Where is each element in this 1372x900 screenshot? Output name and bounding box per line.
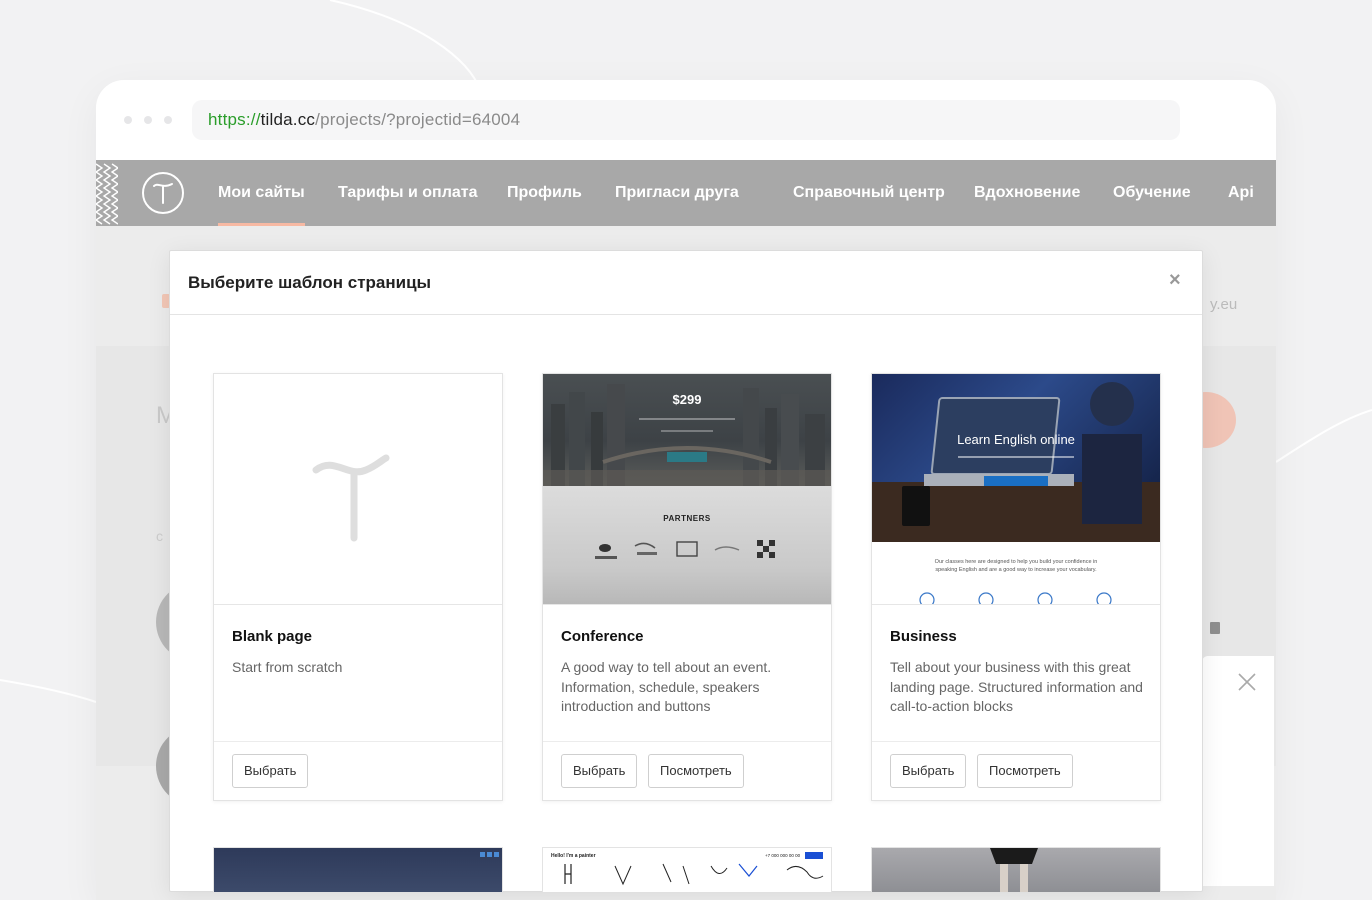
window-controls	[124, 116, 172, 124]
template-card-peek[interactable]: Hello! I'm a painter +7 000 000 00 00	[542, 847, 832, 892]
template-card-peek[interactable]	[213, 847, 503, 892]
thumbnail-partners-section: PARTNERS	[543, 486, 831, 604]
tilda-logo-icon	[312, 454, 390, 542]
template-card-blank[interactable]: Blank page Start from scratch Выбрать	[213, 373, 503, 801]
trash-icon	[1210, 622, 1220, 634]
nav-profile[interactable]: Профиль	[507, 160, 582, 226]
thumbnail-cta	[805, 852, 823, 859]
card-divider	[214, 604, 502, 605]
template-card-business[interactable]: Learn English online Our classes here ar…	[871, 373, 1161, 801]
card-divider	[872, 604, 1160, 605]
sketch-illustration	[564, 863, 824, 886]
template-card-peek[interactable]	[871, 847, 1161, 892]
window-dot[interactable]	[124, 116, 132, 124]
thumbnail-hero-image: Learn English online	[872, 374, 1160, 542]
nav-help-center[interactable]: Справочный центр	[793, 160, 945, 226]
window-dot[interactable]	[144, 116, 152, 124]
preview-button[interactable]: Посмотреть	[648, 754, 744, 788]
modal-title: Выберите шаблон страницы	[188, 273, 432, 292]
thumbnail-cta	[667, 452, 707, 462]
template-description: Start from scratch	[232, 659, 343, 675]
select-button[interactable]: Выбрать	[890, 754, 967, 788]
partner-logos	[595, 540, 775, 559]
template-card-conference[interactable]: $299 PARTNERS Conference A good way to t…	[542, 373, 832, 801]
card-divider	[543, 741, 831, 742]
dimmed-text-fragment: c	[156, 528, 163, 544]
thumbnail-text: Our classes here are designed to help yo…	[934, 559, 1098, 573]
thumbnail-text-line	[958, 456, 1074, 458]
thumbnail-phone: +7 000 000 00 00	[765, 853, 801, 858]
browser-toolbar: https://tilda.cc/projects/?projectid=640…	[96, 80, 1276, 160]
thumbnail-heading: Hello! I'm a painter	[551, 853, 596, 859]
window-dot[interactable]	[164, 116, 172, 124]
thumbnail-text-line	[639, 418, 735, 420]
template-thumbnail: Learn English online Our classes here ar…	[872, 374, 1160, 604]
url-domain: tilda.cc	[260, 110, 316, 129]
thumbnail-partners-title: PARTNERS	[663, 514, 711, 523]
close-icon[interactable]	[1236, 671, 1258, 693]
social-icons	[480, 852, 499, 857]
nav-api[interactable]: Api	[1228, 160, 1254, 226]
template-title: Conference	[561, 628, 644, 645]
template-thumbnail: $299 PARTNERS	[543, 374, 831, 604]
template-picker-modal: Выберите шаблон страницы × Blank page St…	[169, 250, 1203, 892]
zigzag-decoration	[96, 163, 118, 225]
thumbnail-price: $299	[672, 392, 702, 407]
template-thumbnail	[214, 374, 502, 604]
preview-button[interactable]: Посмотреть	[977, 754, 1073, 788]
feature-icons	[919, 592, 1112, 604]
template-description: Tell about your business with this great…	[890, 659, 1143, 714]
project-domain-text: y.eu	[1210, 296, 1238, 313]
url-protocol: https://	[208, 110, 261, 129]
thumbnail-text-line	[661, 430, 713, 432]
tilda-logo-icon	[153, 183, 173, 204]
template-title: Blank page	[232, 628, 313, 645]
thumbnail-hero-image: $299	[543, 374, 831, 486]
template-title: Business	[890, 628, 957, 645]
nav-my-sites[interactable]: Мои сайты	[218, 160, 305, 226]
select-button[interactable]: Выбрать	[561, 754, 638, 788]
template-description: A good way to tell about an event. Infor…	[561, 659, 772, 714]
top-navigation: Мои сайты Тарифы и оплата Профиль Пригла…	[96, 160, 1276, 226]
tilda-logo[interactable]	[142, 172, 184, 214]
thumbnail-heading: Learn English online	[957, 432, 1075, 447]
url-path: /projects/?projectid=64004	[315, 110, 521, 129]
nav-education[interactable]: Обучение	[1113, 160, 1191, 226]
thumbnail-info-section: Our classes here are designed to help yo…	[872, 542, 1160, 604]
close-icon[interactable]: ×	[1169, 269, 1181, 292]
card-divider	[872, 741, 1160, 742]
select-button[interactable]: Выбрать	[232, 754, 309, 788]
person-photo	[990, 848, 1038, 892]
address-bar[interactable]: https://tilda.cc/projects/?projectid=640…	[192, 100, 1180, 140]
nav-pricing[interactable]: Тарифы и оплата	[338, 160, 478, 226]
nav-invite-friend[interactable]: Пригласи друга	[615, 160, 739, 226]
card-divider	[214, 741, 502, 742]
thumbnail-cta	[984, 476, 1048, 486]
laptop-desk-image	[872, 382, 1160, 542]
modal-divider	[170, 314, 1202, 315]
card-divider	[543, 604, 831, 605]
nav-inspiration[interactable]: Вдохновение	[974, 160, 1080, 226]
